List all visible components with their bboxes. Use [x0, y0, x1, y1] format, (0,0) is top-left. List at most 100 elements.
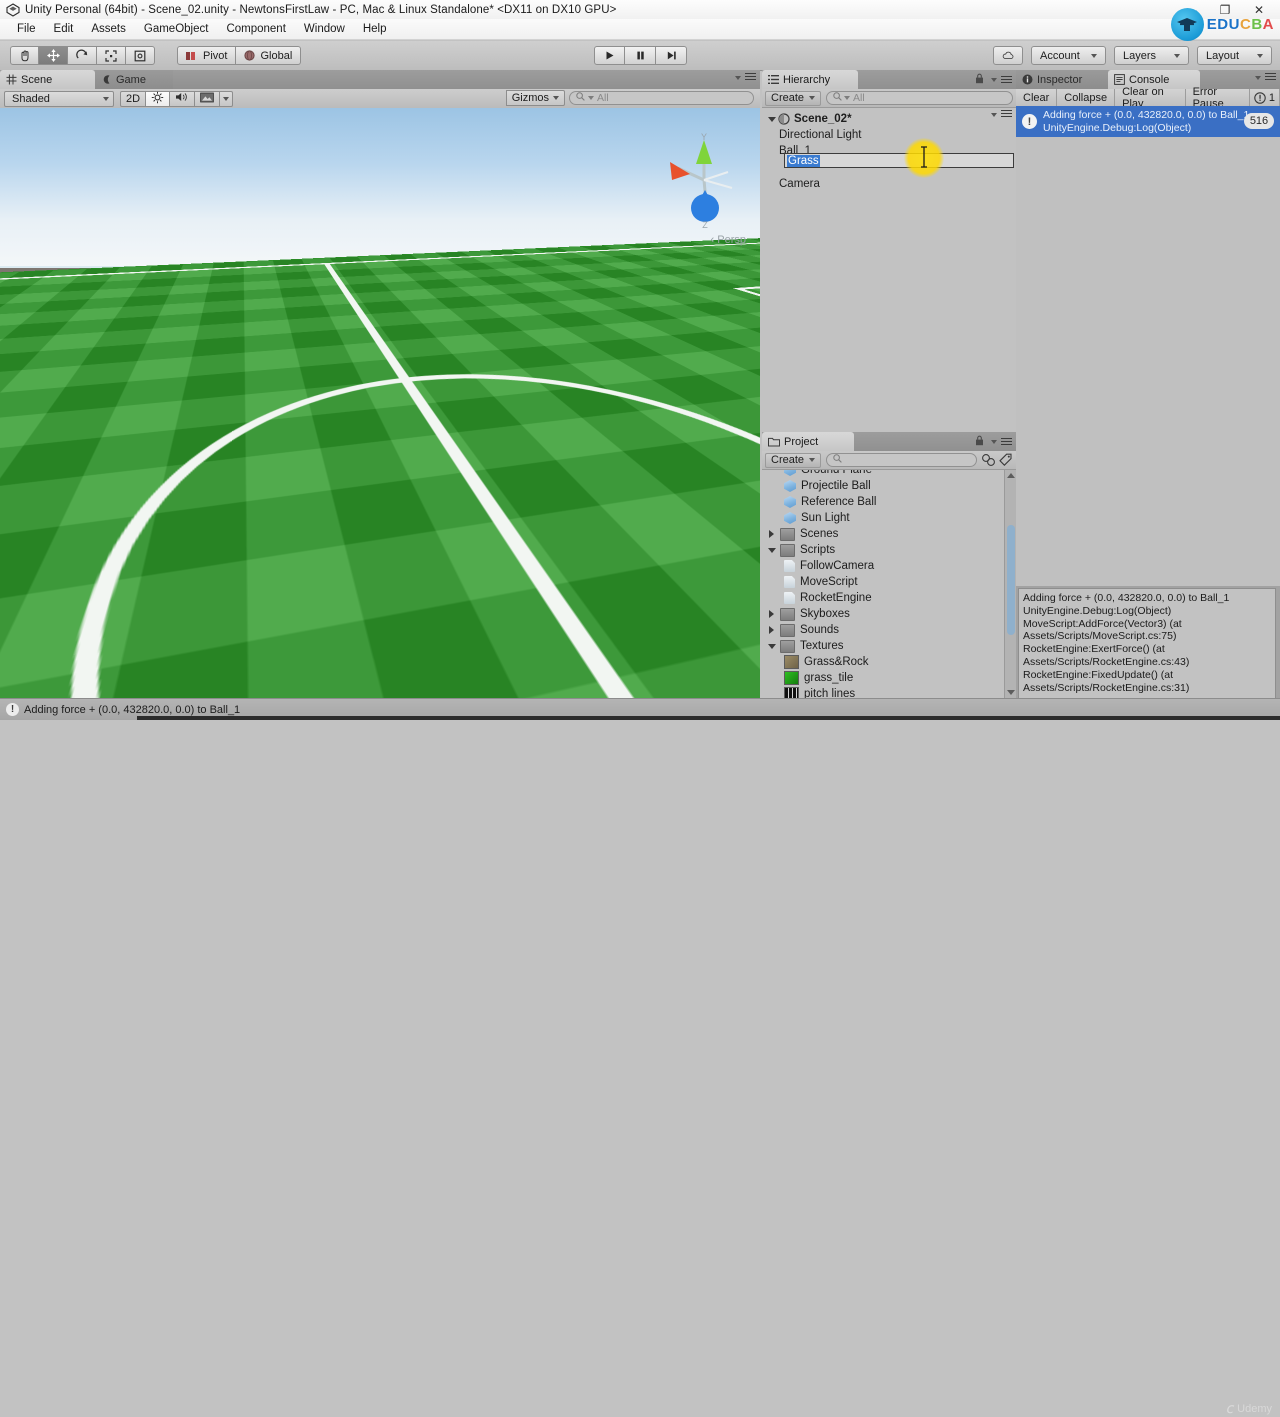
hierarchy-rename-input[interactable]: Grass	[784, 153, 1014, 168]
project-scrollbar[interactable]	[1004, 470, 1016, 698]
secondary-ball[interactable]	[620, 488, 627, 495]
effects-dropdown[interactable]	[220, 90, 234, 107]
menu-item-file[interactable]: File	[8, 19, 45, 40]
tab-scene-label: Scene	[21, 73, 53, 86]
pitch-goalline-left	[0, 108, 760, 294]
chevron-right-icon[interactable]	[766, 530, 777, 538]
hand-tool-button[interactable]	[10, 46, 39, 65]
hierarchy-search-input[interactable]: All	[826, 91, 1013, 105]
chevron-down-icon[interactable]	[766, 116, 777, 122]
perspective-label[interactable]: ‹ Persp	[711, 234, 746, 246]
project-item-projectile-ball[interactable]: Projectile Ball	[762, 478, 1016, 494]
tab-project[interactable]: Project	[762, 432, 854, 451]
project-item-grass-and-rock[interactable]: Grass&Rock	[762, 654, 1016, 670]
console-clear-button[interactable]: Clear	[1016, 89, 1058, 106]
console-collapse-button[interactable]: Collapse	[1057, 89, 1116, 106]
project-item-label: FollowCamera	[800, 560, 875, 572]
scene-viewport[interactable]: Y Z ‹ Persp RRCG 人人素材	[0, 108, 760, 698]
console-error-count-toggle[interactable]: 1	[1249, 89, 1280, 106]
project-folder-textures[interactable]: Textures	[762, 638, 1016, 654]
scene-search-input[interactable]: All	[569, 91, 754, 105]
rotate-tool-button[interactable]	[68, 46, 97, 65]
pause-button[interactable]	[625, 46, 656, 65]
menu-item-window[interactable]: Window	[295, 19, 354, 40]
audio-toggle[interactable]	[170, 90, 196, 107]
console-log-list[interactable]: ! Adding force + (0.0, 432820.0, 0.0) to…	[1016, 106, 1280, 586]
hierarchy-panel-menu[interactable]	[975, 73, 1012, 87]
gizmo-axis-y-cone[interactable]	[92, 413, 110, 433]
hierarchy-scene-row[interactable]: Scene_02*	[762, 110, 1016, 127]
filter-by-label-icon[interactable]	[999, 453, 1013, 467]
project-item-pitch-lines[interactable]: pitch lines	[762, 686, 1016, 698]
lock-icon[interactable]	[975, 73, 984, 87]
layers-dropdown[interactable]: Layers	[1114, 46, 1189, 65]
project-folder-scenes[interactable]: Scenes	[762, 526, 1016, 542]
step-button[interactable]	[656, 46, 687, 65]
chevron-right-icon[interactable]	[766, 610, 777, 618]
scene-panel-menu[interactable]	[735, 73, 756, 82]
console-log-entry[interactable]: ! Adding force + (0.0, 432820.0, 0.0) to…	[1016, 106, 1280, 137]
hierarchy-item-directional-light[interactable]: Directional Light	[762, 127, 1016, 143]
menu-item-gameobject[interactable]: GameObject	[135, 19, 218, 40]
effects-toggle[interactable]	[195, 90, 221, 107]
project-folder-scripts[interactable]: Scripts	[762, 542, 1016, 558]
filter-by-type-icon[interactable]	[981, 453, 996, 467]
scene-orientation-gizmo[interactable]: Y Z	[656, 128, 752, 232]
tab-game[interactable]: Game	[95, 70, 173, 89]
chevron-down-icon[interactable]	[766, 643, 777, 649]
tab-inspector-label: Inspector	[1037, 73, 1083, 86]
console-panel-menu[interactable]	[1255, 73, 1276, 82]
tab-hierarchy[interactable]: Hierarchy	[762, 70, 858, 89]
hierarchy-item-camera[interactable]: Camera	[762, 176, 1016, 192]
menu-item-assets[interactable]: Assets	[82, 19, 135, 40]
pivot-toggle[interactable]: Pivot	[177, 46, 237, 65]
project-item-rocketengine[interactable]: RocketEngine	[762, 590, 1016, 606]
grid-icon	[6, 74, 17, 85]
console-clear-on-play-button[interactable]: Clear on Play	[1115, 86, 1186, 110]
project-create-button[interactable]: Create	[765, 452, 822, 468]
gizmo-plane-handle-xy[interactable]	[114, 457, 144, 485]
project-item-followcamera[interactable]: FollowCamera	[762, 558, 1016, 574]
scene-context-menu[interactable]	[991, 110, 1012, 119]
lighting-toggle[interactable]	[146, 90, 171, 107]
draw-mode-dropdown[interactable]: Shaded	[4, 90, 114, 107]
gizmos-dropdown[interactable]: Gizmos	[505, 90, 565, 106]
cloud-button[interactable]	[993, 46, 1023, 65]
menu-item-help[interactable]: Help	[354, 19, 396, 40]
project-folder-skyboxes[interactable]: Skyboxes	[762, 606, 1016, 622]
search-icon	[833, 92, 842, 104]
gizmo-axis-z-cone[interactable]	[36, 511, 58, 533]
project-panel-menu[interactable]	[975, 435, 1012, 449]
menu-item-component[interactable]: Component	[217, 19, 294, 40]
project-scroll-thumb[interactable]	[1007, 525, 1015, 635]
scale-tool-button[interactable]	[97, 46, 126, 65]
global-toggle[interactable]: Global	[236, 46, 302, 65]
gizmo-axis-x-cone[interactable]	[20, 474, 42, 494]
chevron-down-icon[interactable]	[766, 547, 777, 553]
move-tool-button[interactable]	[39, 46, 68, 65]
lock-icon[interactable]	[975, 435, 984, 449]
rect-tool-button[interactable]	[126, 46, 155, 65]
hierarchy-create-button[interactable]: Create	[765, 90, 822, 106]
project-item-reference-ball[interactable]: Reference Ball	[762, 494, 1016, 510]
chevron-right-icon[interactable]	[766, 626, 777, 634]
menu-item-edit[interactable]: Edit	[45, 19, 83, 40]
project-folder-sounds[interactable]: Sounds	[762, 622, 1016, 638]
console-error-pause-button[interactable]: Error Pause	[1185, 86, 1250, 110]
2d-toggle[interactable]: 2D	[120, 90, 147, 107]
project-item-ground-plane[interactable]: Ground Plane	[762, 470, 1016, 478]
scroll-down-icon[interactable]	[1007, 690, 1015, 695]
ball-selection-gizmo[interactable]	[20, 413, 224, 543]
project-search-input[interactable]	[826, 453, 977, 467]
account-dropdown[interactable]: Account	[1031, 46, 1106, 65]
project-item-sun-light[interactable]: Sun Light	[762, 510, 1016, 526]
layout-dropdown[interactable]: Layout	[1197, 46, 1272, 65]
console-stacktrace-pane[interactable]: Adding force + (0.0, 432820.0, 0.0) to B…	[1018, 588, 1276, 706]
tab-scene[interactable]: Scene	[0, 70, 95, 89]
tab-inspector[interactable]: Inspector	[1016, 70, 1108, 89]
play-button[interactable]	[594, 46, 625, 65]
project-item-movescript[interactable]: MoveScript	[762, 574, 1016, 590]
scroll-up-icon[interactable]	[1007, 473, 1015, 478]
project-item-grass-tile[interactable]: grass_tile	[762, 670, 1016, 686]
pitch-touchline-top	[0, 242, 760, 296]
